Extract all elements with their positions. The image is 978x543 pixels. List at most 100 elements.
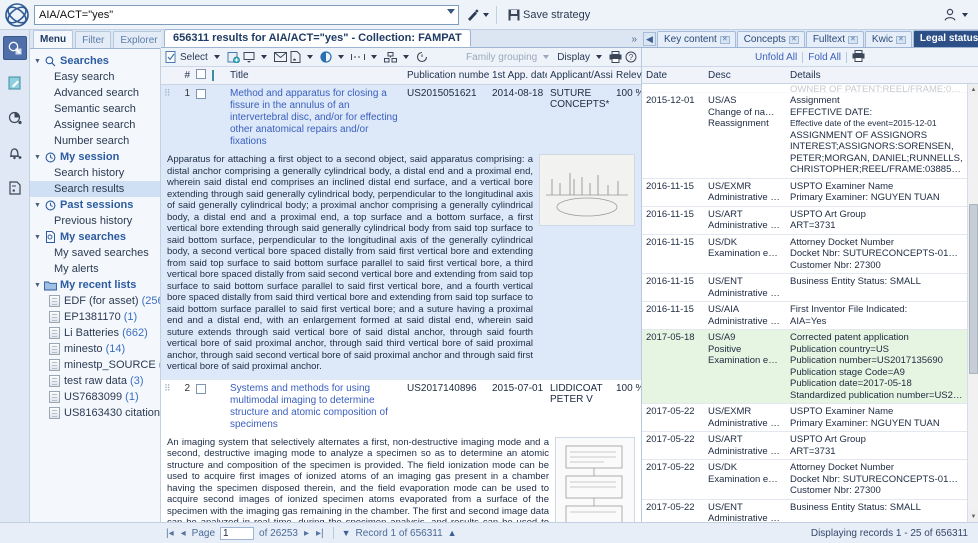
patent-figure-thumbnail[interactable]: [539, 154, 635, 226]
sidebar-item-easy-search[interactable]: Easy search: [30, 69, 160, 85]
row-title[interactable]: Systems and methods for using multimodal…: [227, 383, 404, 431]
tab-key-content[interactable]: Key content ✕: [657, 31, 736, 47]
table-row[interactable]: 2017-05-18 US/A9 Positive Examination ev…: [642, 330, 967, 404]
column-header-publication-number[interactable]: Publication number: [404, 70, 489, 81]
table-row[interactable]: 2016-11-15 US/ENT Administrative notific…: [642, 274, 967, 302]
pdf-icon[interactable]: [290, 51, 301, 63]
tab-explorer[interactable]: Explorer: [113, 31, 165, 48]
list-item[interactable]: EP1381170 (1): [30, 309, 160, 325]
page-number-input[interactable]: [220, 526, 255, 540]
print-icon[interactable]: [852, 49, 865, 65]
legal-status-scrollbar[interactable]: ▲ ▼: [967, 84, 978, 522]
table-row[interactable]: OWNER OF PATENT;REEL/FRAME:036882/0215: [642, 84, 967, 93]
list-item[interactable]: Li Batteries (662): [30, 325, 160, 341]
select-list-icon[interactable]: [165, 51, 177, 63]
sidebar-item-search-results[interactable]: Search results: [30, 181, 160, 197]
sidebar-item-search-history[interactable]: Search history: [30, 165, 160, 181]
chevron-down-icon[interactable]: [962, 12, 968, 17]
table-row[interactable]: 2017-05-22 US/DK Examination events Atto…: [642, 460, 967, 500]
rail-item-alerts[interactable]: [3, 141, 27, 165]
column-header-app-date[interactable]: 1st App. date: [489, 70, 547, 81]
expand-triangle-icon[interactable]: ▼: [34, 234, 41, 241]
select-all-checkbox[interactable]: [196, 69, 206, 79]
chevron-down-icon[interactable]: [337, 55, 344, 59]
tab-filter[interactable]: Filter: [75, 31, 112, 48]
row-title[interactable]: Method and apparatus for closing a fissu…: [227, 88, 404, 148]
scroll-down-arrow-icon[interactable]: ▼: [968, 511, 978, 522]
table-row[interactable]: ⠿ 2 Systems and methods for using multim…: [161, 380, 641, 522]
list-item[interactable]: EDF (for asset) (2560): [30, 293, 160, 309]
list-item[interactable]: US7683099 (1): [30, 389, 160, 405]
chevron-down-icon[interactable]: [370, 55, 377, 59]
sort-icon[interactable]: [383, 51, 397, 63]
fold-all-link[interactable]: Fold All: [808, 52, 841, 63]
table-row[interactable]: 2015-12-01 US/AS Change of name or a... …: [642, 93, 967, 179]
tab-legal-status[interactable]: Legal status: [912, 30, 978, 47]
search-query-input[interactable]: [34, 4, 459, 25]
print-icon[interactable]: [609, 51, 622, 63]
list-item[interactable]: minesto (14): [30, 341, 160, 357]
close-icon[interactable]: ✕: [896, 35, 906, 44]
drag-handle-icon[interactable]: ⠿: [161, 88, 173, 98]
export-icon[interactable]: [243, 51, 255, 63]
table-row[interactable]: 2016-11-15 US/ART Administrative notific…: [642, 207, 967, 235]
row-checkbox[interactable]: [193, 383, 209, 397]
chevron-up-icon[interactable]: ▲: [448, 528, 457, 538]
user-account-button[interactable]: [943, 8, 972, 22]
chevron-down-icon[interactable]: ▼: [342, 528, 351, 538]
sidebar-item-my-saved-searches[interactable]: My saved searches: [30, 245, 160, 261]
expand-triangle-icon[interactable]: ▼: [34, 154, 41, 161]
table-row[interactable]: 2016-11-15 US/EXMR Administrative notifi…: [642, 179, 967, 207]
column-header-title[interactable]: Title: [227, 70, 404, 81]
chevron-down-icon[interactable]: [402, 55, 409, 59]
sidebar-item-assignee-search[interactable]: Assignee search: [30, 117, 160, 133]
save-strategy-button[interactable]: Save strategy: [504, 4, 594, 26]
close-icon[interactable]: ✕: [848, 35, 858, 44]
tab-kwic[interactable]: Kwic ✕: [864, 31, 912, 47]
scrollbar-thumb[interactable]: [969, 204, 978, 374]
select-label[interactable]: Select: [180, 52, 208, 63]
collapse-results-button[interactable]: »: [627, 34, 641, 47]
arrow-left-icon[interactable]: ◀: [643, 32, 656, 46]
scroll-up-arrow-icon[interactable]: ▲: [968, 84, 978, 95]
table-row[interactable]: 2016-11-15 US/AIA Administrative notific…: [642, 302, 967, 330]
table-row[interactable]: 2017-05-22 US/ENT Administrative notific…: [642, 500, 967, 523]
row-title-link[interactable]: Systems and methods for using multimodal…: [230, 383, 388, 430]
tab-fulltext[interactable]: Fulltext ✕: [805, 31, 864, 47]
rail-item-analysis[interactable]: [3, 106, 27, 130]
highlight-icon[interactable]: [320, 51, 332, 63]
chevron-down-icon[interactable]: [483, 12, 489, 17]
expand-triangle-icon[interactable]: ▼: [34, 58, 41, 65]
email-icon[interactable]: [273, 52, 287, 62]
chevron-down-icon[interactable]: [260, 55, 267, 59]
tree-group-my-session[interactable]: ▼ My session: [30, 149, 160, 165]
tree-group-past-sessions[interactable]: ▼ Past sessions: [30, 197, 160, 213]
sidebar-item-semantic-search[interactable]: Semantic search: [30, 101, 160, 117]
tab-menu[interactable]: Menu: [33, 30, 74, 48]
rail-item-search-documents[interactable]: [2, 36, 27, 60]
column-header-assignee[interactable]: Applicant/Assignee: [547, 70, 613, 81]
tree-group-searches[interactable]: ▼ Searches: [30, 53, 160, 69]
sidebar-item-my-alerts[interactable]: My alerts: [30, 261, 160, 277]
column-header-checkbox[interactable]: [193, 69, 209, 82]
list-item[interactable]: test raw data (3): [30, 373, 160, 389]
results-tab[interactable]: 656311 results for AIA/ACT="yes" - Colle…: [164, 29, 471, 47]
close-icon[interactable]: ✕: [719, 35, 730, 44]
expand-triangle-icon[interactable]: ▼: [34, 202, 41, 209]
tree-group-my-recent-lists[interactable]: ▼ My recent lists: [30, 277, 160, 293]
last-page-icon[interactable]: ▸|: [315, 528, 325, 539]
list-item[interactable]: minestp_SOURCE (14): [30, 357, 160, 373]
drag-handle-icon[interactable]: ⠿: [161, 383, 173, 392]
tree-group-my-searches[interactable]: ▼ My searches: [30, 229, 160, 245]
expand-triangle-icon[interactable]: ▼: [34, 282, 41, 289]
chevron-down-icon[interactable]: [596, 55, 602, 59]
row-title-link[interactable]: Method and apparatus for closing a fissu…: [230, 88, 398, 147]
row-checkbox[interactable]: [193, 88, 209, 102]
chevron-down-icon[interactable]: [306, 55, 313, 59]
prev-page-icon[interactable]: ◂: [180, 528, 187, 539]
table-row[interactable]: 2017-05-22 US/ART Administrative notific…: [642, 432, 967, 460]
family-grouping-label[interactable]: Family grouping: [466, 52, 537, 63]
tab-concepts[interactable]: Concepts ✕: [736, 31, 805, 47]
chevron-down-icon[interactable]: [213, 55, 220, 59]
table-row[interactable]: 2017-05-22 US/EXMR Administrative notifi…: [642, 404, 967, 432]
